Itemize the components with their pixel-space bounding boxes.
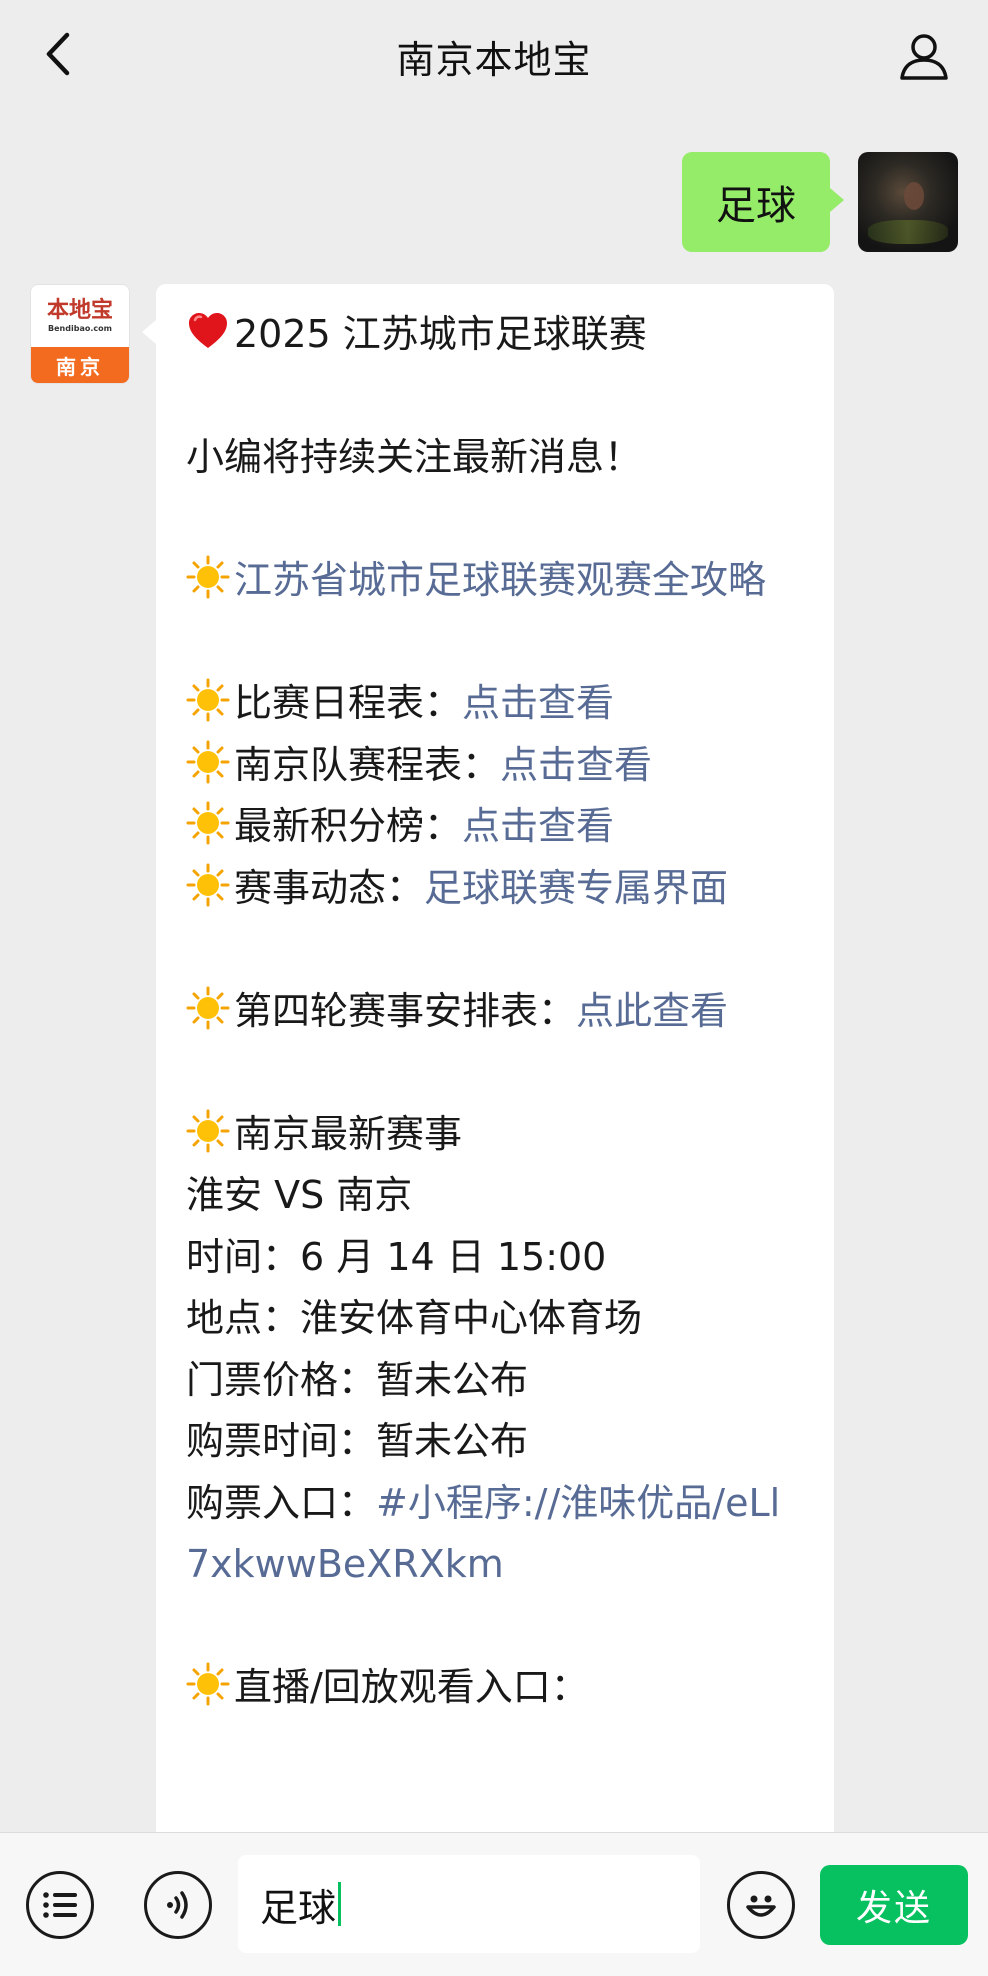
chat-header: 南京本地宝 <box>0 0 988 112</box>
message-title-line: 2025 江苏城市足球联赛 <box>186 304 804 366</box>
brand-city: 南京 <box>31 347 129 383</box>
send-button[interactable]: 发送 <box>820 1865 968 1945</box>
news-label: 赛事动态： <box>234 865 425 910</box>
emoji-button[interactable] <box>727 1871 795 1939</box>
latest-line: 南京最新赛事 <box>186 1104 804 1166</box>
outgoing-message-row: 足球 <box>682 152 958 252</box>
incoming-message-row: 本地宝 Bendibao.com 南京 2025 江苏城市足球联赛 小编将持续关… <box>30 284 834 1832</box>
menu-button[interactable] <box>26 1871 94 1939</box>
guide-link[interactable]: 江苏省城市足球联赛观赛全攻略 <box>234 558 766 602</box>
sun-icon <box>186 863 230 906</box>
avatar-detail <box>904 182 924 210</box>
chat-title: 南京本地宝 <box>396 37 592 82</box>
schedule-label: 比赛日程表： <box>234 681 463 725</box>
message-title: 2025 江苏城市足球联赛 <box>234 312 647 356</box>
price-line: 门票价格：暂未公布 <box>186 1357 529 1402</box>
voice-icon <box>167 1891 188 1919</box>
outgoing-bubble[interactable]: 足球 <box>682 152 844 252</box>
text-caret <box>338 1882 342 1926</box>
heart-icon <box>189 313 227 348</box>
news-link[interactable]: 足球联赛专属界面 <box>424 866 728 910</box>
guide-line: 江苏省城市足球联赛观赛全攻略 <box>186 550 804 612</box>
news-line: 赛事动态：足球联赛专属界面 <box>186 858 804 920</box>
sun-icon <box>186 801 230 845</box>
self-avatar[interactable] <box>858 152 958 252</box>
buy-entry-line: 购票入口：#小程序://淮味优品/eLl7xkwwBeXRXkm <box>186 1473 804 1596</box>
message-input-value: 足球 <box>260 1885 337 1930</box>
round4-line: 第四轮赛事安排表：点此查看 <box>186 981 804 1043</box>
brand-url: Bendibao.com <box>48 324 112 333</box>
ranking-line: 最新积分榜：点击查看 <box>186 796 804 858</box>
ranking-link[interactable]: 点击查看 <box>462 804 614 848</box>
sun-icon <box>186 740 230 783</box>
time-line: 时间：6 月 14 日 15:00 <box>186 1234 607 1279</box>
message-intro: 小编将持续关注最新消息！ <box>186 435 643 479</box>
round4-link[interactable]: 点此查看 <box>576 989 728 1033</box>
schedule-line: 比赛日程表：点击查看 <box>186 673 804 735</box>
brand-avatar[interactable]: 本地宝 Bendibao.com 南京 <box>30 284 130 384</box>
round4-label: 第四轮赛事安排表： <box>234 988 577 1033</box>
incoming-bubble: 2025 江苏城市足球联赛 小编将持续关注最新消息！ 江苏省城市足球联赛观赛全攻… <box>142 284 834 1832</box>
profile-button[interactable] <box>894 26 954 86</box>
sun-icon <box>186 555 230 599</box>
buy-entry-label: 购票入口： <box>186 1480 377 1525</box>
sun-icon <box>186 1662 230 1706</box>
ranking-label: 最新积分榜： <box>234 804 463 848</box>
back-button[interactable] <box>28 24 88 84</box>
voice-button[interactable] <box>144 1871 212 1939</box>
chat-area[interactable]: 足球 本地宝 Bendibao.com 南京 2025 江苏城市足球联赛 小编将… <box>0 112 988 1832</box>
sun-icon <box>186 1109 230 1152</box>
buy-time-line: 购票时间：暂未公布 <box>186 1419 529 1463</box>
message-input[interactable]: 足球 <box>238 1855 700 1953</box>
sun-icon <box>186 678 230 722</box>
sun-icon <box>186 986 230 1029</box>
avatar-detail <box>868 220 948 244</box>
input-bar: 足球 发送 <box>0 1832 988 1976</box>
match-line: 淮安 VS 南京 <box>186 1173 413 1217</box>
nanjing-schedule-link[interactable]: 点击查看 <box>500 743 652 787</box>
latest-label: 南京最新赛事 <box>234 1111 463 1156</box>
venue-line: 地点：淮安体育中心体育场 <box>186 1296 643 1340</box>
nanjing-schedule-label: 南京队赛程表： <box>234 742 501 787</box>
user-icon <box>900 34 948 80</box>
nanjing-schedule-line: 南京队赛程表：点击查看 <box>186 735 804 797</box>
live-line: 直播/回放观看入口： <box>186 1657 804 1719</box>
emoji-icon <box>746 1895 776 1917</box>
brand-logo: 本地宝 Bendibao.com <box>31 285 129 347</box>
live-label: 直播/回放观看入口： <box>234 1665 589 1709</box>
brand-logo-text: 本地宝 <box>46 297 113 323</box>
back-icon <box>46 32 70 76</box>
list-icon <box>43 1892 77 1918</box>
schedule-link[interactable]: 点击查看 <box>462 681 614 725</box>
